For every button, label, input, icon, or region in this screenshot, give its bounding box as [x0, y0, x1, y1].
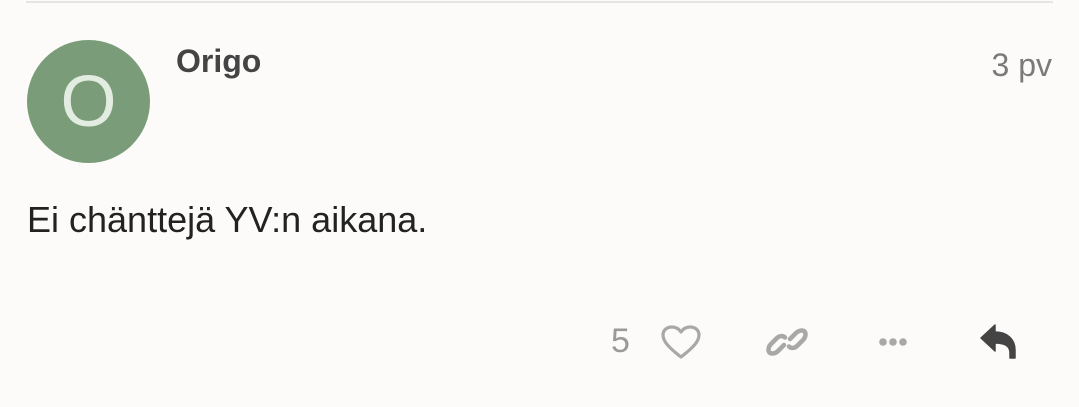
- username[interactable]: Origo: [176, 43, 261, 80]
- top-divider: [26, 1, 1053, 3]
- more-button[interactable]: [868, 320, 918, 364]
- avatar[interactable]: O: [27, 40, 150, 163]
- avatar-letter: O: [60, 61, 117, 142]
- post-date[interactable]: 3 pv: [992, 47, 1052, 84]
- copy-link-button[interactable]: [762, 320, 812, 364]
- heart-icon: [661, 325, 701, 359]
- post-actions: 5: [0, 310, 1079, 374]
- post-body: Ei chänttejä YV:n aikana.: [27, 199, 428, 240]
- more-icon: [879, 338, 907, 346]
- post: O Origo 3 pv Ei chänttejä YV:n aikana. 5: [0, 0, 1079, 407]
- like-button[interactable]: [656, 320, 706, 364]
- reply-icon: [980, 324, 1016, 359]
- link-icon: [766, 328, 808, 356]
- reply-button[interactable]: [974, 320, 1024, 364]
- like-count[interactable]: 5: [611, 322, 630, 361]
